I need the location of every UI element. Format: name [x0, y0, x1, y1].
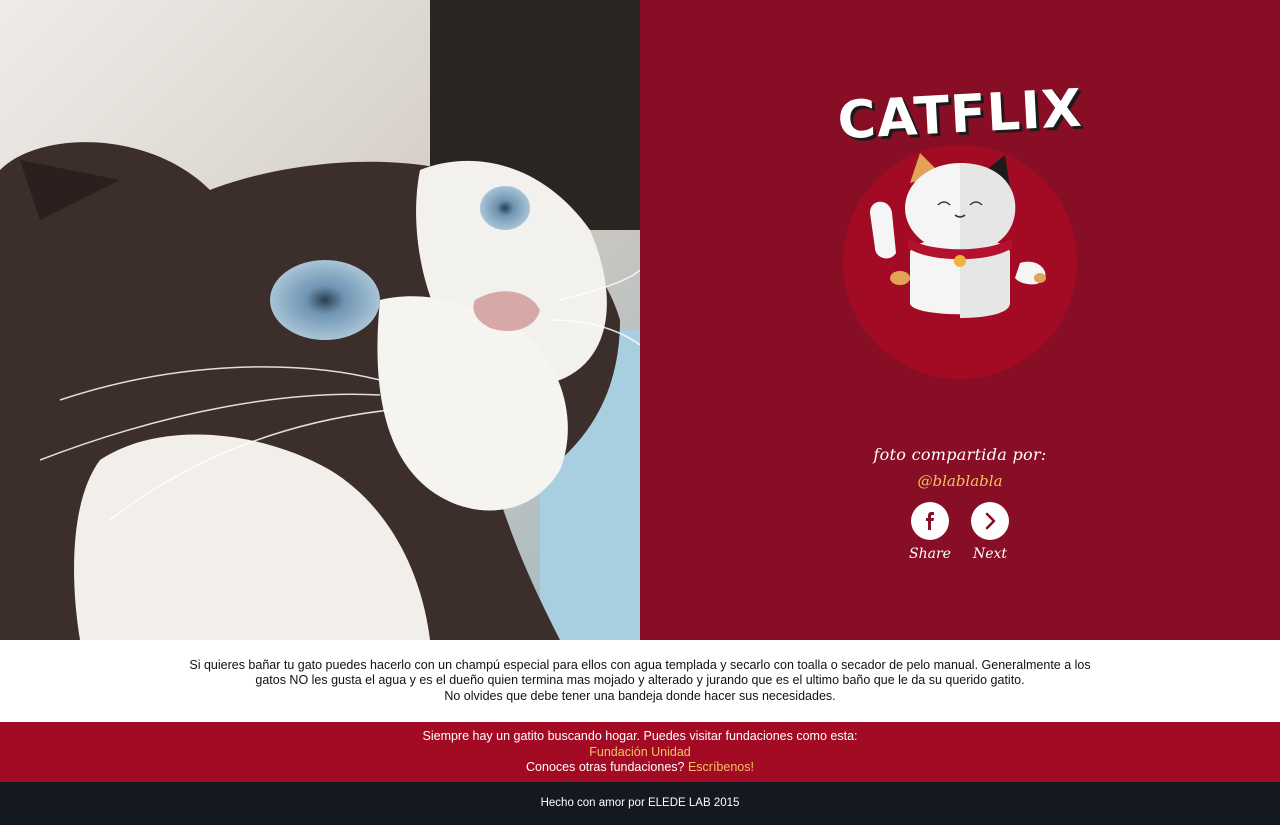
cat-photo	[0, 0, 640, 640]
contact-link[interactable]: Escríbenos!	[688, 760, 754, 774]
catflix-logo: CATFLIX	[830, 79, 1090, 379]
facebook-icon[interactable]	[911, 502, 949, 540]
footer-credit: Hecho con amor por ELEDE LAB 2015	[540, 797, 740, 809]
share-button[interactable]: Share	[909, 502, 951, 562]
foundation-link[interactable]: Fundación Unidad	[589, 745, 690, 759]
tip-text: Si quieres bañar tu gato puedes hacerlo …	[189, 657, 1091, 688]
chevron-right-icon[interactable]	[971, 502, 1009, 540]
share-label: Share	[909, 546, 951, 562]
cat-tip-description: Si quieres bañar tu gato puedes hacerlo …	[0, 640, 1280, 722]
next-label: Next	[972, 546, 1008, 562]
credit-label: foto compartida por:	[873, 445, 1047, 464]
cat-photo-image	[0, 0, 640, 640]
lucky-cat-icon	[870, 153, 1046, 318]
adoption-question: Conoces otras fundaciones?	[526, 760, 685, 774]
adoption-intro: Siempre hay un gatito buscando hogar. Pu…	[422, 729, 858, 743]
hero-section: CATFLIX foto compartida por: @blablabla …	[0, 0, 1280, 640]
brand-panel: CATFLIX foto compartida por: @blablabla …	[640, 0, 1280, 640]
tip-text-secondary: No olvides que debe tener una bandeja do…	[444, 688, 836, 703]
adoption-banner: Siempre hay un gatito buscando hogar. Pu…	[0, 722, 1280, 782]
logo-title: CATFLIX	[836, 78, 1084, 152]
credit-username[interactable]: @blablabla	[917, 472, 1002, 490]
next-button[interactable]: Next	[970, 502, 1010, 562]
action-buttons: Share Next	[909, 502, 1010, 562]
footer: Hecho con amor por ELEDE LAB 2015	[0, 782, 1280, 825]
